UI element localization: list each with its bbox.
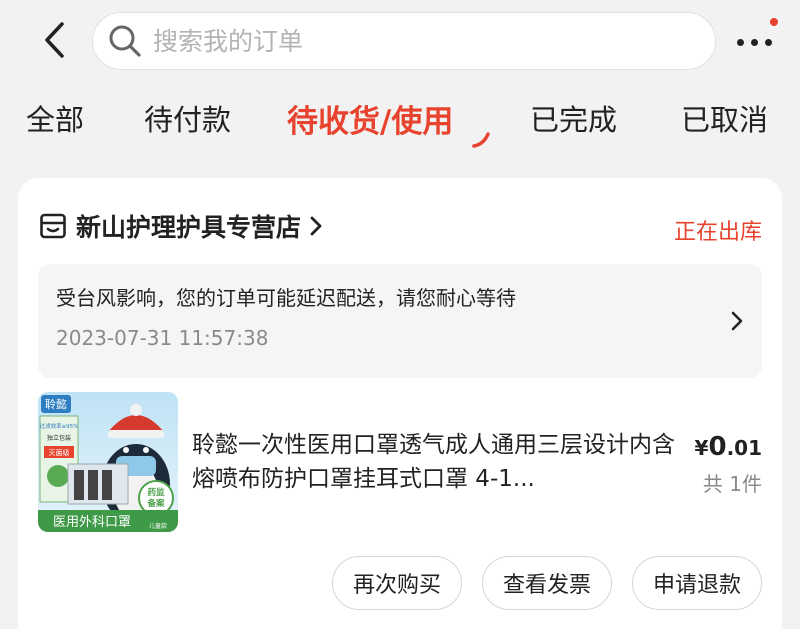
search-box[interactable] <box>92 12 716 70</box>
delay-notice[interactable]: 受台风影响，您的订单可能延迟配送，请您耐心等待 2023-07-31 11:57… <box>38 264 762 378</box>
request-refund-button[interactable]: 申请退款 <box>631 556 762 610</box>
product-quantity: 共 1件 <box>702 472 762 496</box>
thumb-pack-tag: 灭菌级 <box>49 448 70 457</box>
tab-cancelled[interactable]: 已取消 <box>681 88 768 148</box>
top-bar <box>0 0 800 80</box>
store-link[interactable]: 新山护理护具专营店 <box>38 208 323 244</box>
chevron-left-icon <box>45 22 64 58</box>
order-card: 新山护理护具专营店 正在出库 受台风影响，您的订单可能延迟配送，请您耐心等待 2… <box>18 178 782 629</box>
thumb-small: 儿童款 <box>149 522 167 530</box>
chevron-right-icon <box>731 311 743 331</box>
store-icon <box>38 211 68 241</box>
product-image[interactable]: 聆懿 过滤效率≥95% 独立包装 灭菌级 药监 备案 医用外科口罩 儿童款 <box>38 392 178 532</box>
order-tabs: 全部 待付款 待收货/使用 已完成 已取消 <box>0 88 800 154</box>
price-decimal: .01 <box>726 436 762 460</box>
more-button[interactable] <box>728 24 780 60</box>
search-input[interactable] <box>153 26 673 56</box>
thumb-pack-mid: 独立包装 <box>47 434 71 442</box>
more-dots-icon <box>736 38 772 46</box>
svg-text:备案: 备案 <box>146 498 165 509</box>
tab-completed[interactable]: 已完成 <box>530 88 617 148</box>
tab-pending-payment[interactable]: 待付款 <box>144 88 231 148</box>
thumb-brand: 聆懿 <box>45 397 67 411</box>
thumb-pack-top: 过滤效率≥95% <box>40 422 79 430</box>
view-invoice-button[interactable]: 查看发票 <box>481 556 612 610</box>
order-actions: 再次购买 查看发票 申请退款 <box>331 556 762 610</box>
tab-pending-receipt[interactable]: 待收货/使用 <box>287 88 453 148</box>
svg-text:药监: 药监 <box>147 487 165 498</box>
order-status: 正在出库 <box>673 220 762 245</box>
price-integer: 0 <box>708 432 727 462</box>
tab-all[interactable]: 全部 <box>26 88 84 148</box>
chevron-right-icon <box>309 215 323 237</box>
store-name: 新山护理护具专营店 <box>76 213 302 242</box>
notice-time: 2023-07-31 11:57:38 <box>56 326 269 350</box>
thumb-banner: 医用外科口罩 <box>53 515 131 530</box>
notice-text: 受台风影响，您的订单可能延迟配送，请您耐心等待 <box>56 286 516 310</box>
product-title[interactable]: 聆懿一次性医用口罩透气成人通用三层设计内含熔喷布防护口罩挂耳式口罩 4-1... <box>192 428 682 496</box>
search-icon <box>107 23 143 59</box>
price-currency: ¥ <box>694 436 709 460</box>
product-price: ¥0.01 <box>695 432 762 462</box>
buy-again-button[interactable]: 再次购买 <box>331 556 462 610</box>
back-button[interactable] <box>36 18 72 62</box>
notification-dot <box>770 18 778 26</box>
active-tab-indicator <box>472 132 490 148</box>
